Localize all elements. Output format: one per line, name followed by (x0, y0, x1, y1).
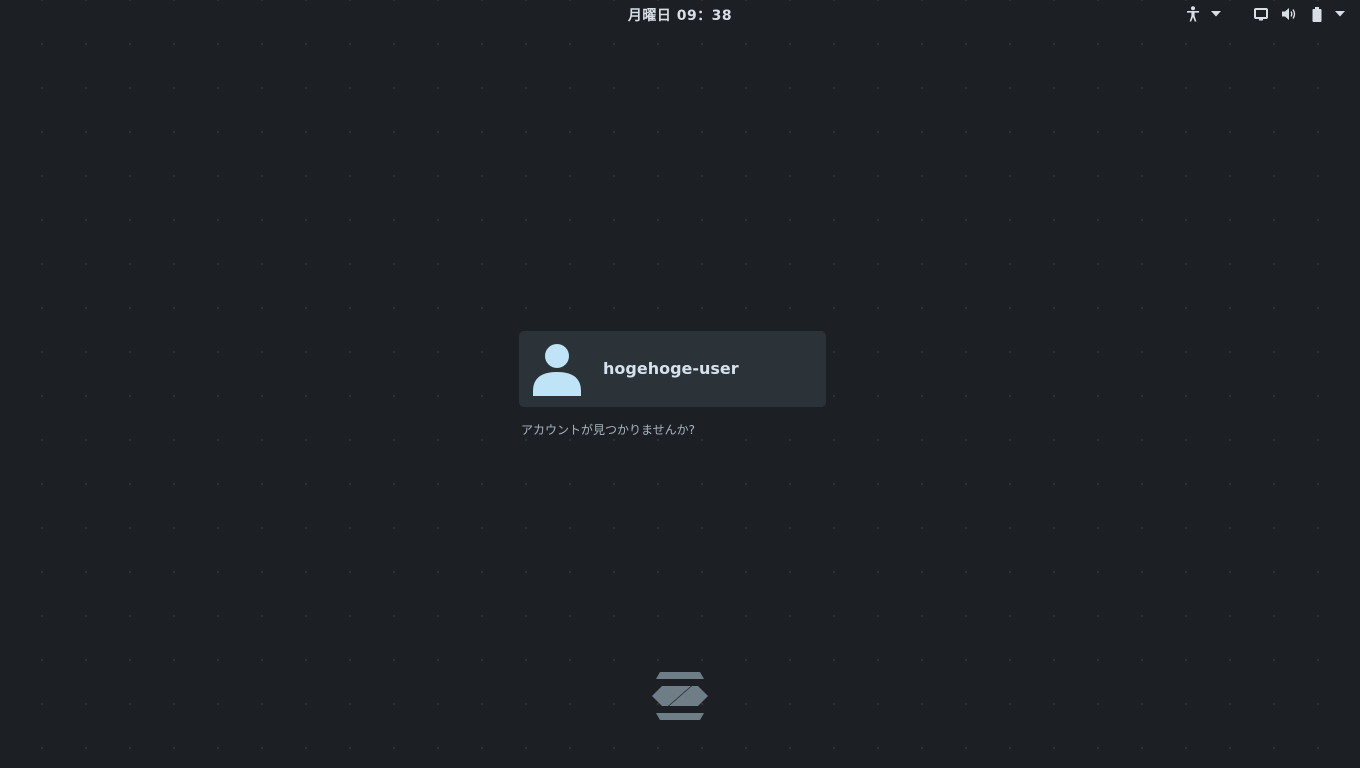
top-panel: 月曜日 09：38 (0, 0, 1360, 28)
display-icon[interactable] (1252, 5, 1270, 23)
avatar (532, 344, 582, 396)
user-avatar-icon (533, 344, 581, 396)
accessibility-icon[interactable] (1184, 5, 1202, 23)
accessibility-menu-chevron-down-icon[interactable] (1209, 5, 1223, 23)
not-listed-button[interactable]: アカウントが見つかりませんか? (521, 421, 695, 438)
user-list-item[interactable]: hogehoge-user (519, 331, 826, 407)
zorin-logo-icon (651, 671, 709, 721)
clock[interactable]: 月曜日 09：38 (0, 5, 1360, 25)
system-menu-chevron-down-icon[interactable] (1333, 5, 1347, 23)
user-name: hogehoge-user (603, 359, 739, 378)
battery-icon[interactable] (1309, 5, 1325, 23)
login-screen: 月曜日 09：38 hogehoge-user アカウントが見つかりませんか? (0, 0, 1360, 768)
clock-label: 月曜日 09：38 (627, 8, 733, 24)
volume-icon[interactable] (1280, 5, 1298, 23)
